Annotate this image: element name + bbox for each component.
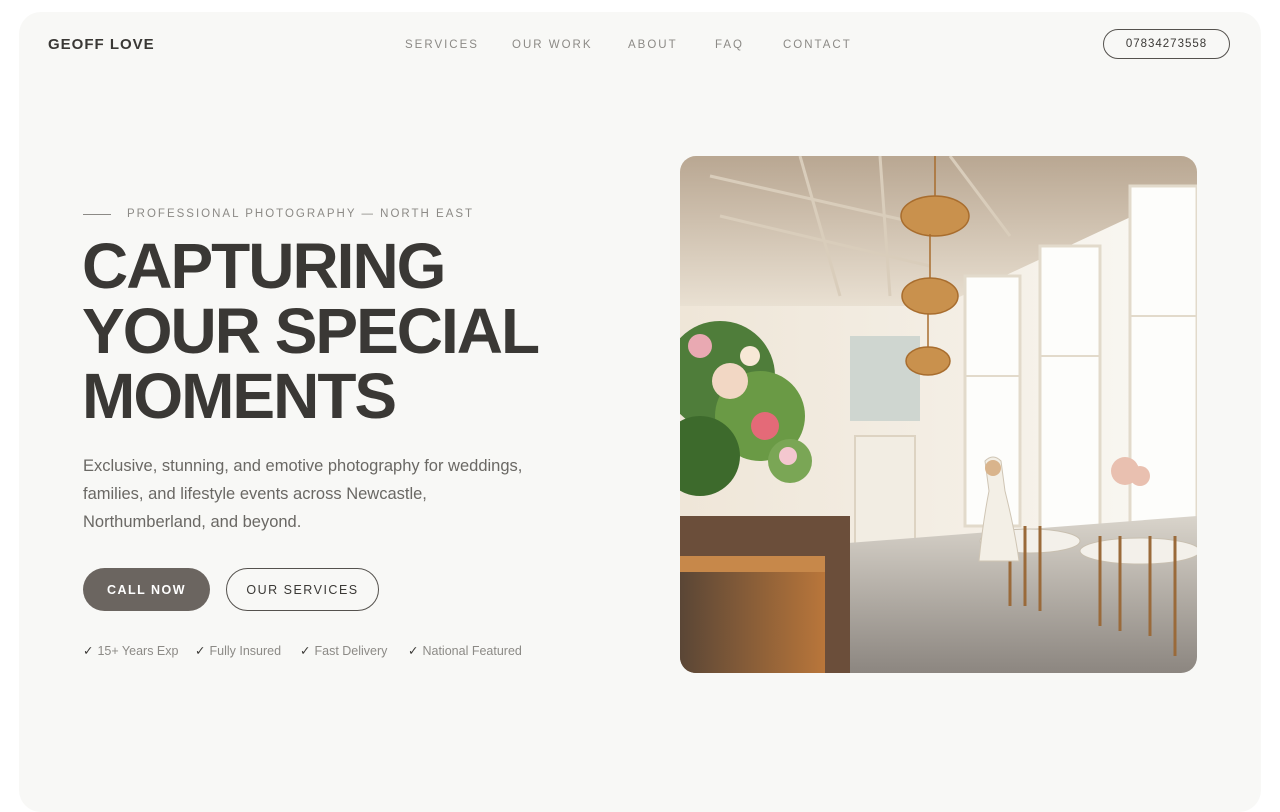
headline-line: YOUR SPECIAL bbox=[82, 295, 540, 367]
feature-list: ✓ 15+ Years Exp ✓ Fully Insured ✓ Fast Deli… bbox=[83, 643, 603, 659]
call-now-button[interactable]: CALL NOW bbox=[83, 568, 210, 611]
page-frame: GEOFF LOVE SERVICES OUR WORK ABOUT FAQ C… bbox=[19, 12, 1261, 812]
feature-item: ✓ Fully Insured bbox=[195, 643, 281, 658]
hero-eyebrow: PROFESSIONAL PHOTOGRAPHY — NORTH EAST bbox=[83, 208, 474, 220]
headline-line: CAPTURING bbox=[82, 230, 446, 302]
hero-image bbox=[680, 156, 1197, 673]
eyebrow-text: PROFESSIONAL PHOTOGRAPHY — NORTH EAST bbox=[127, 208, 475, 220]
hero-headline: CAPTURING YOUR SPECIAL MOMENTS bbox=[82, 230, 540, 432]
nav-item-our-work[interactable]: OUR WORK bbox=[512, 39, 593, 51]
our-services-button[interactable]: OUR SERVICES bbox=[226, 568, 379, 611]
feature-item: ✓ Fast Delivery bbox=[300, 643, 387, 658]
feature-label: Fast Delivery bbox=[314, 644, 388, 658]
hero-description: Exclusive, stunning, and emotive photogr… bbox=[83, 457, 523, 531]
phone-button[interactable]: 07834273558 bbox=[1103, 29, 1230, 59]
main-nav: SERVICES OUR WORK ABOUT FAQ CONTACT bbox=[19, 39, 1261, 53]
nav-item-about[interactable]: ABOUT bbox=[628, 39, 678, 51]
nav-item-contact[interactable]: CONTACT bbox=[783, 39, 852, 51]
eyebrow-divider bbox=[83, 213, 111, 215]
check-icon: ✓ bbox=[408, 644, 419, 658]
feature-item: ✓ National Featured bbox=[408, 643, 522, 658]
nav-item-faq[interactable]: FAQ bbox=[715, 39, 744, 51]
headline-line: MOMENTS bbox=[82, 360, 397, 432]
feature-item: ✓ 15+ Years Exp bbox=[83, 643, 178, 658]
check-icon: ✓ bbox=[195, 644, 206, 658]
wedding-venue-illustration bbox=[680, 156, 1197, 673]
feature-label: Fully Insured bbox=[209, 644, 282, 658]
nav-item-services[interactable]: SERVICES bbox=[405, 39, 479, 51]
feature-label: National Featured bbox=[422, 644, 522, 658]
check-icon: ✓ bbox=[83, 644, 94, 658]
check-icon: ✓ bbox=[300, 644, 311, 658]
feature-label: 15+ Years Exp bbox=[97, 644, 179, 658]
